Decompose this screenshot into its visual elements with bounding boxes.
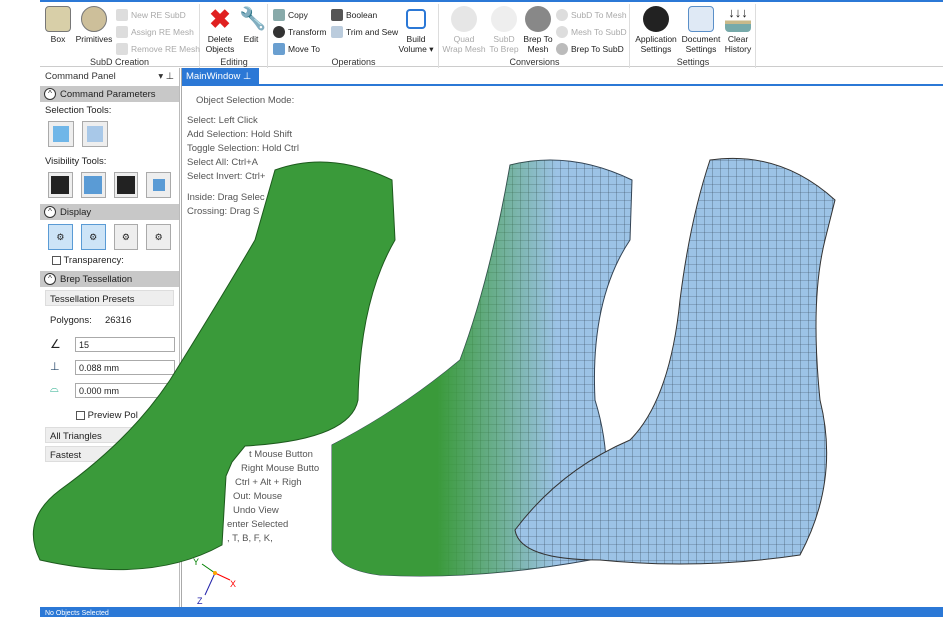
foot-models: Y X Z bbox=[32, 157, 836, 606]
axis-y-label: Y bbox=[193, 557, 199, 567]
help-text: enter Selected bbox=[227, 519, 289, 530]
status-bar: No Objects Selected bbox=[40, 607, 943, 617]
help-text: Ctrl + Alt + Righ bbox=[235, 477, 302, 488]
axis-x-label: X bbox=[230, 579, 236, 589]
axis-triad: Y X Z bbox=[193, 557, 236, 606]
help-text: Out: Mouse bbox=[233, 491, 283, 502]
status-text: No Objects Selected bbox=[45, 610, 109, 617]
help-text: Right Mouse Butto bbox=[241, 463, 320, 474]
help-text: t Mouse Button bbox=[249, 449, 313, 460]
help-text: , T, B, F, K, bbox=[227, 533, 273, 544]
axis-z-label: Z bbox=[197, 596, 203, 606]
help-text: Undo View bbox=[233, 505, 279, 516]
